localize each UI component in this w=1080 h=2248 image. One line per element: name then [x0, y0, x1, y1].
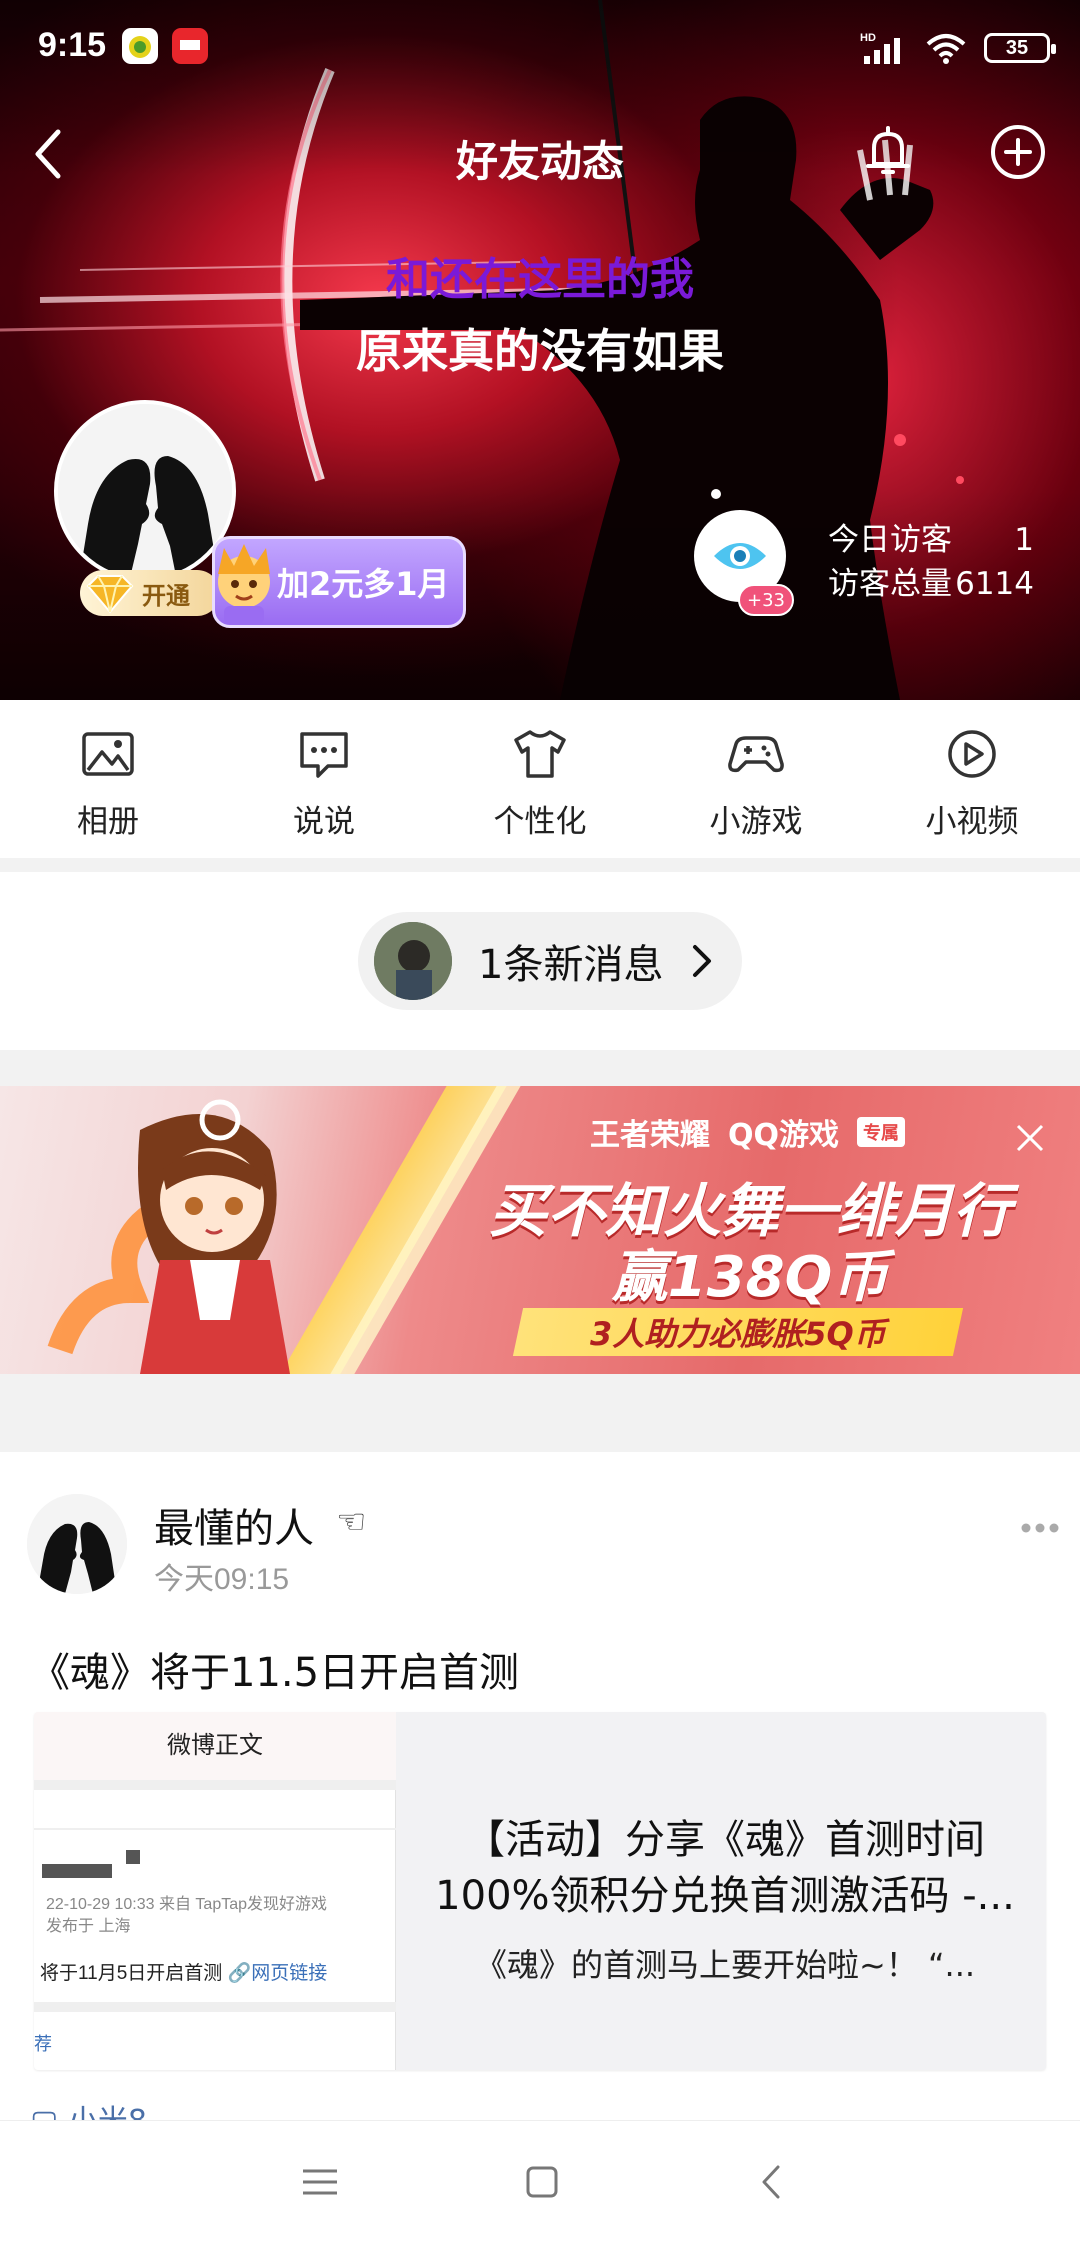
thumb-header: 微博正文 — [34, 1712, 396, 1780]
thumb-body-link: 🔗网页链接 — [227, 1963, 328, 1984]
cover-lyric-line2: 原来真的没有如果 — [356, 324, 724, 378]
eye-icon — [714, 543, 766, 569]
menu-icon[interactable] — [297, 2159, 343, 2205]
post-text: 《魂》将于11.5日开启首测 — [30, 1650, 520, 1696]
today-visitors-label: 今日访客 — [828, 522, 952, 558]
ad-brand-2: QQ游戏 — [728, 1118, 840, 1153]
status-bar: 9:15 HD 35 — [0, 0, 1080, 90]
thumb-separator — [34, 1780, 396, 1790]
nav-item-shortvideo[interactable]: 小视频 — [864, 700, 1080, 858]
title-bar: 好友动态 — [0, 110, 1080, 200]
app-icon-green — [122, 28, 158, 64]
nav-item-moments[interactable]: 说说 — [216, 700, 432, 858]
visitor-stats[interactable]: 今日访客 1 访客总量 6114 — [828, 518, 1034, 606]
nav-label-shortvideo: 小视频 — [925, 804, 1019, 840]
bell-icon[interactable] — [856, 120, 920, 184]
system-back-icon[interactable] — [748, 2159, 794, 2205]
shared-link-card[interactable]: 微博正文 22-10-29 10:33 来自 TapTap发现好游戏 发布于 上… — [34, 1712, 1046, 2070]
status-right-group: HD 35 — [858, 28, 1056, 68]
tshirt-icon — [514, 730, 566, 778]
thumb-body-text: 将于11月5日开启首测 — [40, 1963, 223, 1984]
thumb-recommend: 荐 — [34, 2034, 52, 2054]
post-author-hand-emoji: ☜ — [336, 1502, 367, 1542]
visitor-count-badge: +33 — [738, 584, 794, 616]
feature-nav: 相册 说说 个性化 小游戏 小视频 — [0, 700, 1080, 858]
plus-circle-icon[interactable] — [986, 120, 1050, 184]
new-message-button[interactable]: 1条新消息 — [358, 912, 742, 1010]
link-card-title-line2: 100%领积分兑换首测激活码 -... — [435, 1873, 1015, 1919]
photo-album-icon — [82, 732, 134, 776]
nav-item-album[interactable]: 相册 — [0, 700, 216, 858]
new-message-section: 1条新消息 — [0, 872, 1080, 1050]
post-timestamp: 今天09:15 — [154, 1563, 290, 1596]
total-visitors-label: 访客总量 — [828, 566, 952, 602]
ad-brand-1: 王者荣耀 — [590, 1118, 710, 1153]
cover-lyric-line1: 和还在这里的我 — [386, 254, 694, 305]
ad-character-illustration — [47, 1099, 290, 1374]
ad-headline-2: 赢138Q币 — [611, 1245, 889, 1310]
ad-subline-text: 3人助力必膨胀5Q币 — [590, 1315, 886, 1353]
system-navigation-bar — [0, 2120, 1080, 2248]
gamepad-icon — [728, 736, 784, 773]
today-visitors-row: 今日访客 1 — [828, 518, 1034, 562]
thumb-meta-line2: 发布于 上海 — [46, 1918, 131, 1935]
diamond-icon — [86, 575, 134, 614]
post-author-avatar[interactable] — [27, 1494, 127, 1594]
nav-label-minigames: 小游戏 — [709, 804, 803, 840]
status-time: 9:15 — [38, 26, 107, 64]
vip-open-label: 开通 — [142, 581, 190, 610]
app-icon-red — [172, 28, 208, 64]
today-visitors-value: 1 — [1014, 522, 1034, 558]
vip-promo-label: 加2元多1月 — [277, 565, 450, 603]
link-card-title: 【活动】分享《魂》首测时间 100%领积分兑换首测激活码 -... — [420, 1812, 1030, 1924]
battery-level: 35 — [1005, 36, 1029, 59]
message-sender-avatar — [374, 922, 452, 1000]
nav-item-personalize[interactable]: 个性化 — [432, 700, 648, 858]
thumb-meta: 22-10-29 10:33 来自 TapTap发现好游戏 发布于 上海 — [46, 1894, 327, 1938]
ad-close-icon[interactable] — [1010, 1118, 1050, 1158]
total-visitors-value: 6114 — [955, 566, 1034, 602]
signal-icon: HD — [860, 32, 900, 64]
ad-subline: 3人助力必膨胀5Q币 — [512, 1308, 964, 1356]
new-message-label: 1条新消息 — [478, 942, 664, 988]
chevron-right-icon — [693, 945, 712, 977]
feed-post: 最懂的人 ☜ 今天09:15 《魂》将于11.5日开启首测 微博正文 22-10… — [0, 1452, 1080, 2124]
link-card-thumbnail: 微博正文 22-10-29 10:33 来自 TapTap发现好游戏 发布于 上… — [34, 1712, 396, 2070]
thumb-blurred-badge — [126, 1850, 140, 1864]
thumb-meta-line1: 22-10-29 10:33 来自 TapTap发现好游戏 — [46, 1896, 328, 1913]
thumb-separator-2 — [34, 1828, 396, 1830]
chat-bubble-icon — [300, 732, 348, 778]
home-square-icon[interactable] — [519, 2159, 565, 2205]
thumb-separator-3 — [34, 2002, 396, 2012]
nav-label-moments: 说说 — [293, 804, 355, 840]
nav-label-album: 相册 — [77, 804, 139, 840]
ad-brand-tag: 专属 — [857, 1117, 906, 1147]
thumb-body: 将于11月5日开启首测 🔗网页链接 — [40, 1958, 327, 1985]
ad-brand-logos: 王者荣耀 QQ游戏 专属 — [590, 1110, 906, 1154]
personalize-red-dot — [0, 700, 1080, 722]
battery-icon: 35 — [984, 33, 1056, 63]
nav-item-minigames[interactable]: 小游戏 — [648, 700, 864, 858]
thumb-body-link-text: 网页链接 — [251, 1963, 328, 1984]
wifi-icon — [926, 34, 966, 64]
link-card-title-line1: 【活动】分享《魂》首测时间 — [465, 1817, 985, 1863]
thumb-blurred-name — [42, 1864, 112, 1878]
total-visitors-row: 访客总量 6114 — [828, 562, 1034, 606]
post-author-name[interactable]: 最懂的人 — [154, 1496, 314, 1554]
nav-label-personalize: 个性化 — [493, 804, 587, 840]
more-options-icon[interactable] — [1020, 1522, 1060, 1534]
play-circle-icon — [948, 730, 996, 778]
cartoon-mascot-icon — [218, 544, 270, 624]
link-card-description: 《魂》的首测马上要开始啦~！ “... — [474, 1946, 976, 1984]
qzone-friend-feed-screen: 9:15 HD 35 好友动态 和还在这里的我 原来真的没有如果 开通 加2元多… — [0, 0, 1080, 2248]
network-label: HD — [860, 32, 876, 44]
